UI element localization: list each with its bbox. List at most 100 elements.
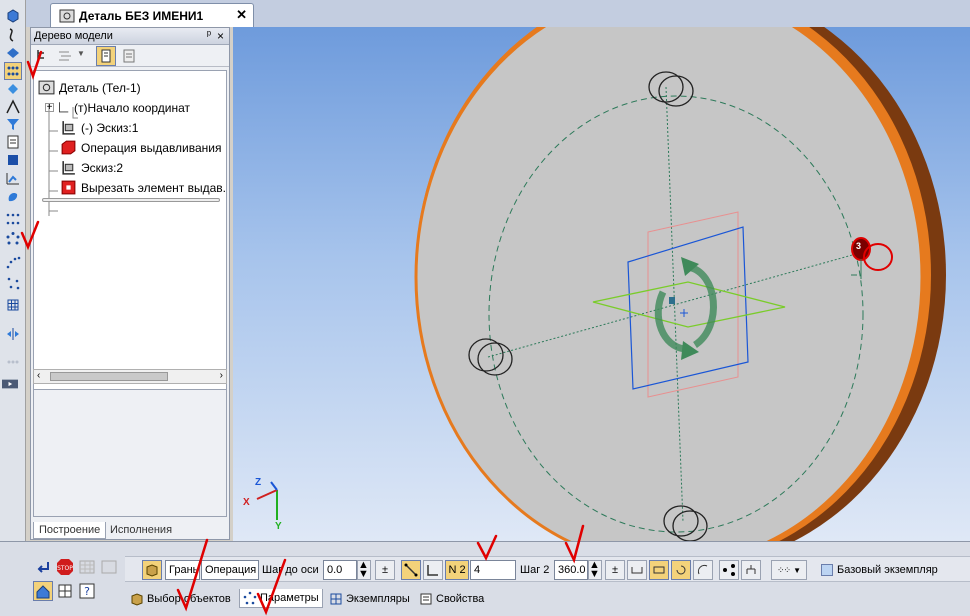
tree-props-icon[interactable] — [121, 48, 137, 64]
scroll-thumb[interactable] — [50, 372, 168, 381]
body-icon[interactable] — [5, 188, 21, 204]
extrude-icon[interactable] — [5, 45, 21, 61]
document-tab-title: Деталь БЕЗ ИМЕНИ1 — [79, 8, 204, 23]
step2-plus-minus-button[interactable]: ± — [605, 560, 625, 580]
tab-label: Свойства — [436, 592, 485, 605]
option-button-1[interactable] — [627, 560, 647, 580]
parameters-row: Грань Операция в Шаг до оси 0.0 ▲▼ ± N 2… — [125, 556, 970, 582]
document-tabbar: Деталь БЕЗ ИМЕНИ1 ✕ — [26, 0, 970, 27]
extrude-node-icon — [61, 140, 76, 155]
tree-hscrollbar[interactable]: ‹ › — [33, 369, 227, 384]
scroll-right-icon[interactable]: › — [220, 370, 223, 381]
rotate-icon[interactable] — [5, 81, 21, 97]
base-instance-checkbox[interactable] — [821, 564, 833, 576]
mirror-icon[interactable] — [5, 326, 21, 342]
option-button-6[interactable] — [741, 560, 761, 580]
dot-pattern-dropdown[interactable]: ⁘⁘ ▼ — [771, 560, 807, 580]
cut-node-icon — [61, 180, 76, 195]
tree-structure-icon[interactable] — [34, 48, 50, 64]
pin-icon[interactable]: ᵖ — [207, 29, 211, 41]
option-button-2[interactable] — [649, 560, 669, 580]
parameters-icon — [243, 591, 257, 605]
operation-field-text: Операция в — [205, 564, 258, 576]
tree-node-detail[interactable]: Деталь (Тел-1) — [38, 78, 141, 97]
n2-label: N 2 — [445, 560, 469, 580]
model-tree-toolbar: ▼ — [31, 45, 229, 67]
arc-icon[interactable] — [5, 99, 21, 115]
mesh-array-icon[interactable] — [5, 211, 21, 227]
tree-node-label: Операция выдавливания — [81, 140, 222, 155]
scroll-left-icon[interactable]: ‹ — [37, 370, 40, 381]
arc-array-icon — [697, 564, 708, 575]
table-array-icon[interactable] — [5, 297, 21, 313]
point-array-icon[interactable] — [5, 275, 21, 291]
tab-label: Выбор объектов — [147, 592, 231, 605]
option-button-5[interactable] — [719, 560, 739, 580]
tree-node-label: (-) Эскиз:1 — [81, 120, 139, 135]
measure-icon[interactable] — [5, 170, 21, 186]
bracket-icon — [631, 567, 643, 574]
tree-node-label: Эскиз:2 — [81, 160, 124, 175]
viewport-3d[interactable]: Z X Y 3 — [233, 27, 970, 541]
face-field[interactable]: Грань — [165, 560, 200, 580]
object-selection-icon — [131, 592, 143, 606]
plus-minus-button[interactable]: ± — [375, 560, 395, 580]
option-button-4[interactable] — [693, 560, 713, 580]
tree-node-extrude[interactable]: Операция выдавливания — [60, 138, 221, 157]
tab-properties[interactable]: Свойства — [416, 589, 487, 608]
operation-field[interactable]: Операция в — [201, 560, 259, 580]
model-tree-header: Дерево модели ᵖ × — [31, 28, 229, 45]
axis-z-label: Z — [255, 477, 262, 488]
close-icon[interactable]: × — [217, 29, 224, 43]
model-view — [256, 27, 946, 541]
tab-object-selection[interactable]: Выбор объектов — [127, 589, 234, 608]
expand-icon[interactable]: + — [45, 103, 54, 113]
center-marker — [669, 297, 675, 304]
tab-instances[interactable]: Экземпляры — [326, 589, 413, 608]
circular-array-icon[interactable] — [5, 231, 21, 247]
tree-list-icon[interactable] — [57, 48, 73, 64]
face-label: Грань — [169, 564, 199, 576]
document-icon[interactable] — [5, 134, 21, 150]
dot-pattern-icon: ⁘⁘ — [776, 564, 791, 575]
filter-icon[interactable] — [5, 116, 21, 132]
axis-step-spinner[interactable]: ▲ ▼ — [357, 560, 371, 580]
apply-icon[interactable] — [34, 558, 52, 576]
option-button-3[interactable] — [671, 560, 691, 580]
direction-button-1[interactable] — [401, 560, 421, 580]
model-tree-panel: Дерево модели ᵖ × ▼ Деталь (Тел-1) + (т)… — [30, 27, 230, 540]
axis-x-label: X — [243, 497, 250, 508]
face-select-button[interactable] — [142, 560, 162, 580]
close-tab-icon[interactable]: ✕ — [236, 7, 247, 23]
tree-node-sketch2[interactable]: Эскиз:2 — [60, 158, 123, 177]
instances-icon — [330, 593, 342, 604]
tab-parameters[interactable]: Параметры — [239, 589, 323, 608]
base-instance-label: Базовый экземпляр — [837, 564, 938, 576]
tab-versions[interactable]: Исполнения — [105, 522, 177, 539]
stop-icon[interactable]: STOP — [56, 558, 74, 576]
home-icon[interactable] — [33, 581, 53, 601]
direction-button-2[interactable] — [423, 560, 443, 580]
tree-node-origin[interactable]: + (т)Начало координат — [45, 98, 190, 117]
curve-array-icon[interactable] — [5, 254, 21, 270]
tree-node-cut[interactable]: Вырезать элемент выдав. — [60, 178, 226, 197]
array-grid-icon[interactable] — [4, 62, 22, 80]
step2-spinner[interactable]: ▲ ▼ — [588, 560, 602, 580]
dropdown-arrow-icon[interactable]: ▼ — [77, 49, 85, 58]
chevron-down-icon: ▼ — [793, 565, 801, 575]
curve-icon[interactable] — [5, 27, 21, 43]
axis-step-input[interactable]: 0.0 — [323, 560, 357, 580]
document-tab[interactable]: Деталь БЕЗ ИМЕНИ1 ✕ — [50, 3, 254, 27]
tab-build[interactable]: Построение — [33, 522, 107, 539]
help-icon[interactable]: ? — [78, 582, 96, 600]
surface-icon[interactable] — [5, 152, 21, 168]
base-instance-option[interactable]: Базовый экземпляр — [821, 560, 938, 580]
hierarchy-icon — [746, 565, 756, 574]
frame-icon[interactable] — [56, 582, 74, 600]
detail-icon[interactable] — [5, 8, 21, 24]
tree-view-toggle-icon[interactable] — [96, 46, 116, 66]
step2-input[interactable]: 360.0 — [554, 560, 588, 580]
n2-input[interactable]: 4 — [470, 560, 516, 580]
tree-node-sketch1[interactable]: (-) Эскиз:1 — [60, 118, 138, 137]
toolbar-expand-icon[interactable] — [2, 376, 24, 389]
